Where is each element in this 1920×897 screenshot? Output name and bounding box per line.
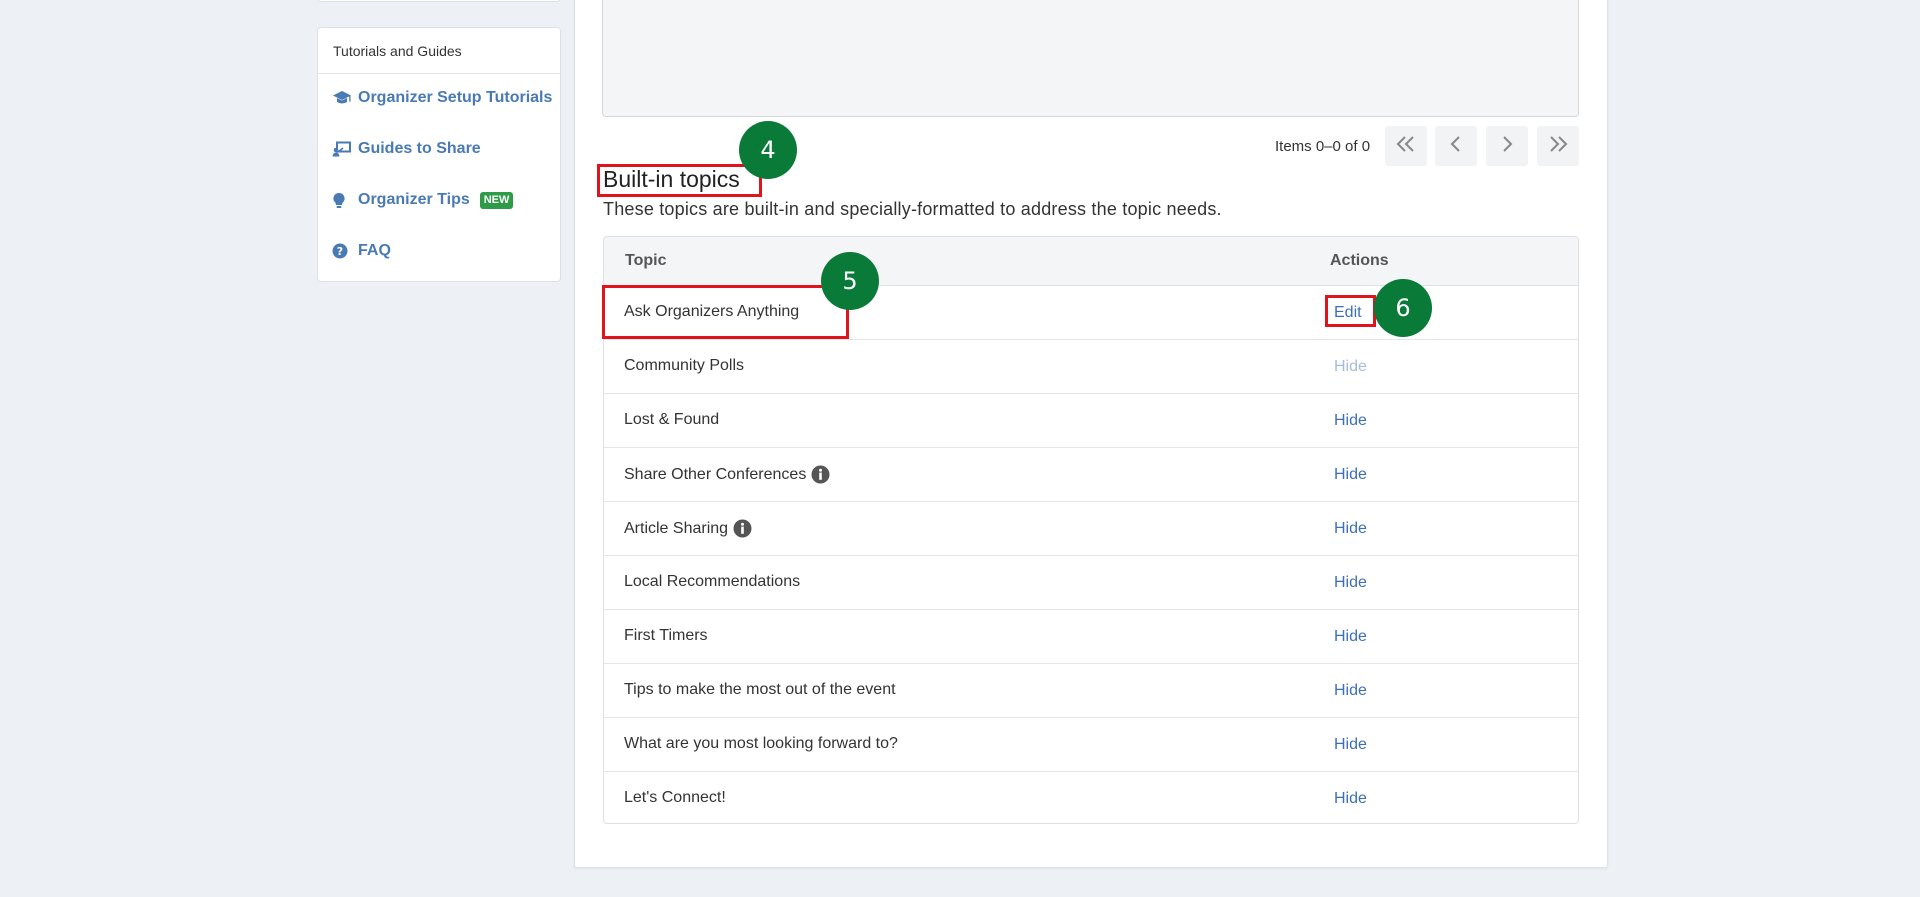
custom-topics-empty-area xyxy=(602,0,1579,117)
info-icon[interactable] xyxy=(811,465,830,484)
topic-name-with-info: Article Sharing xyxy=(624,519,752,538)
sidebar-section-title: Tutorials and Guides xyxy=(318,28,560,74)
sidebar-item-organizer-tips[interactable]: Organizer Tips NEW xyxy=(332,191,514,209)
topic-name: What are you most looking forward to? xyxy=(624,735,898,752)
question-circle-icon: ? xyxy=(332,242,354,260)
table-row: First Timers Hide xyxy=(604,610,1578,664)
sidebar-item-organizer-setup-tutorials[interactable]: Organizer Setup Tutorials xyxy=(332,89,552,107)
chevron-right-icon xyxy=(1501,135,1513,158)
hide-link-disabled: Hide xyxy=(1334,358,1367,375)
lightbulb-icon xyxy=(332,191,354,209)
hide-link[interactable]: Hide xyxy=(1334,682,1367,700)
topic-name: Let's Connect! xyxy=(624,789,726,806)
hide-link[interactable]: Hide xyxy=(1334,412,1367,430)
svg-text:?: ? xyxy=(337,245,343,258)
info-icon[interactable] xyxy=(733,519,752,538)
presentation-icon xyxy=(332,140,354,158)
table-row: What are you most looking forward to? Hi… xyxy=(604,718,1578,772)
sidebar-item-label: Guides to Share xyxy=(358,140,481,157)
table-row: Lost & Found Hide xyxy=(604,394,1578,448)
pager-prev-button[interactable] xyxy=(1435,126,1477,166)
sidebar-item-label: Organizer Tips xyxy=(358,191,470,208)
table-row: Share Other Conferences Hide xyxy=(604,448,1578,502)
table-row: Community Polls Hide xyxy=(604,340,1578,394)
hide-link[interactable]: Hide xyxy=(1334,520,1367,538)
hide-link[interactable]: Hide xyxy=(1334,466,1367,484)
tutorials-guides-card: Tutorials and Guides Organizer Setup Tut… xyxy=(317,27,561,282)
highlight-box-title xyxy=(597,164,762,197)
double-chevron-left-icon xyxy=(1396,135,1416,158)
topic-name: First Timers xyxy=(624,627,708,644)
pager-first-button[interactable] xyxy=(1385,126,1427,166)
hide-link[interactable]: Hide xyxy=(1334,628,1367,646)
column-header-actions: Actions xyxy=(1330,252,1389,269)
topic-label: Article Sharing xyxy=(624,519,729,537)
column-header-topic: Topic xyxy=(625,252,667,269)
topic-name: Tips to make the most out of the event xyxy=(624,681,896,698)
topic-label: Share Other Conferences xyxy=(624,465,807,483)
pager-items-count: Items 0–0 of 0 xyxy=(1275,138,1371,155)
topic-name: Local Recommendations xyxy=(624,573,801,590)
topic-name: Lost & Found xyxy=(624,411,720,428)
sidebar-item-faq[interactable]: ? FAQ xyxy=(332,242,391,260)
pager-last-button[interactable] xyxy=(1537,126,1579,166)
table-header: Topic Actions xyxy=(604,237,1578,286)
table-row: Tips to make the most out of the event H… xyxy=(604,664,1578,718)
topic-name-with-info: Share Other Conferences xyxy=(624,465,830,484)
chevron-left-icon xyxy=(1450,135,1462,158)
table-row: Let's Connect! Hide xyxy=(604,772,1578,823)
double-chevron-right-icon xyxy=(1548,135,1568,158)
hide-link[interactable]: Hide xyxy=(1334,574,1367,592)
hide-link[interactable]: Hide xyxy=(1334,736,1367,754)
step-marker-5: 5 xyxy=(821,252,879,310)
highlight-box-topic xyxy=(602,285,849,339)
sidebar-item-label: Organizer Setup Tutorials xyxy=(358,89,553,106)
topic-name: Community Polls xyxy=(624,357,745,374)
graduation-cap-icon xyxy=(332,89,354,107)
table-row: Local Recommendations Hide xyxy=(604,556,1578,610)
hide-link[interactable]: Hide xyxy=(1334,790,1367,808)
step-marker-6: 6 xyxy=(1374,279,1432,337)
pager-next-button[interactable] xyxy=(1486,126,1528,166)
new-badge: NEW xyxy=(479,191,514,209)
sidebar-item-guides-to-share[interactable]: Guides to Share xyxy=(332,140,481,158)
table-row: Article Sharing Hide xyxy=(604,502,1578,556)
highlight-box-edit xyxy=(1325,295,1376,327)
sidebar-item-label: FAQ xyxy=(358,242,391,259)
built-in-topics-description: These topics are built-in and specially-… xyxy=(603,199,1222,219)
step-marker-4: 4 xyxy=(739,121,797,179)
sidebar-card-previous xyxy=(317,0,561,2)
